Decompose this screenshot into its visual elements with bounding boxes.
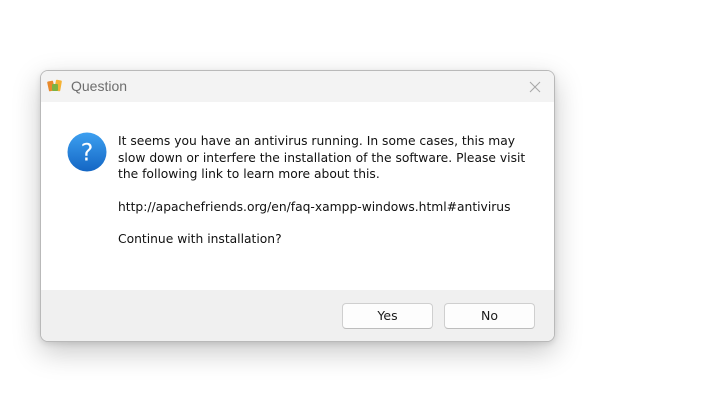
continue-question: Continue with installation? xyxy=(118,232,282,246)
dialog-button-bar: Yes No xyxy=(41,290,554,341)
question-dialog: Question ? It seems you have an antiviru… xyxy=(40,70,555,342)
dialog-titlebar[interactable]: Question xyxy=(41,71,554,102)
xampp-app-icon xyxy=(47,78,63,94)
message-text: It seems you have an antivirus running. … xyxy=(118,134,526,181)
yes-button[interactable]: Yes xyxy=(342,303,433,329)
close-icon[interactable] xyxy=(528,79,542,93)
no-button[interactable]: No xyxy=(444,303,535,329)
dialog-body: ? It seems you have an antivirus running… xyxy=(41,102,554,290)
question-icon: ? xyxy=(67,132,107,172)
faq-link-text: http://apachefriends.org/en/faq-xampp-wi… xyxy=(118,199,511,214)
dialog-title: Question xyxy=(71,78,128,94)
svg-text:?: ? xyxy=(81,139,94,167)
dialog-message: It seems you have an antivirus running. … xyxy=(118,133,528,248)
